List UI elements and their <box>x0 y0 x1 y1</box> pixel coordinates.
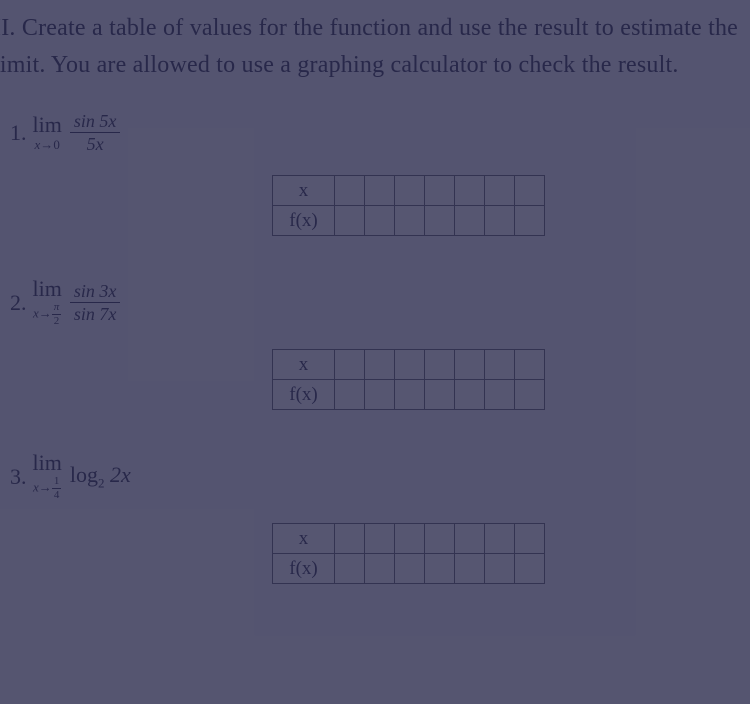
table-cell <box>515 350 545 380</box>
lim-label: lim <box>33 452 62 474</box>
value-table-1: x f(x) <box>272 175 545 236</box>
table-cell <box>395 554 425 584</box>
sfrac-den: 2 <box>54 315 60 327</box>
row-label-fx: f(x) <box>273 380 335 410</box>
table-cell <box>365 554 395 584</box>
lim-var: x→ <box>33 480 52 495</box>
sfrac-den: 4 <box>54 489 60 501</box>
lim-label: lim <box>33 114 62 136</box>
limit-operator: lim x→14 <box>33 452 62 501</box>
table-cell <box>425 176 455 206</box>
table-cell <box>335 206 365 236</box>
table-cell <box>335 350 365 380</box>
row-label-fx: f(x) <box>273 206 335 236</box>
table-row: x <box>273 350 545 380</box>
worksheet-page: II. Create a table of values for the fun… <box>0 0 750 584</box>
table-cell <box>515 176 545 206</box>
table-cell <box>425 524 455 554</box>
problem-2: 2. lim x→π2 sin 3x sin 7x x <box>10 278 750 410</box>
table-cell <box>485 524 515 554</box>
lim-value: 0 <box>53 137 60 152</box>
fraction: sin 3x sin 7x <box>70 282 121 323</box>
log-arg: 2x <box>104 462 130 487</box>
table-cell <box>395 206 425 236</box>
table-cell <box>425 554 455 584</box>
table-cell <box>515 524 545 554</box>
table-cell <box>485 176 515 206</box>
section-instructions: II. Create a table of values for the fun… <box>0 10 750 84</box>
problem-3-expression: 3. lim x→14 log2 2x <box>10 452 750 501</box>
table-row: f(x) <box>273 206 545 236</box>
log-expression: log2 2x <box>70 462 131 491</box>
table-cell <box>335 380 365 410</box>
table-cell <box>485 380 515 410</box>
table-cell <box>455 380 485 410</box>
row-label-x: x <box>273 176 335 206</box>
table-row: x <box>273 176 545 206</box>
fraction-denominator: sin 7x <box>74 303 117 323</box>
table-row: x <box>273 524 545 554</box>
log-text: log <box>70 462 98 487</box>
table-cell <box>365 176 395 206</box>
lim-value-fraction: 14 <box>52 476 62 501</box>
table-cell <box>455 206 485 236</box>
value-table-3-wrap: x f(x) <box>272 523 750 584</box>
lim-label: lim <box>33 278 62 300</box>
problem-1: 1. lim x→0 sin 5x 5x x <box>10 112 750 236</box>
table-cell <box>335 176 365 206</box>
sfrac-num: 1 <box>52 476 62 489</box>
sfrac-num: π <box>52 302 62 315</box>
value-table-3: x f(x) <box>272 523 545 584</box>
table-cell <box>335 554 365 584</box>
table-row: f(x) <box>273 380 545 410</box>
problem-number: 3. <box>10 464 27 490</box>
value-table-2: x f(x) <box>272 349 545 410</box>
row-label-x: x <box>273 350 335 380</box>
table-cell <box>395 176 425 206</box>
fraction: sin 5x 5x <box>70 112 121 153</box>
table-cell <box>365 524 395 554</box>
table-cell <box>395 380 425 410</box>
lim-var: x→ <box>33 306 52 321</box>
table-cell <box>485 350 515 380</box>
fraction-numerator: sin 5x <box>70 112 121 133</box>
table-cell <box>515 380 545 410</box>
lim-approach: x→14 <box>33 476 61 501</box>
table-cell <box>485 554 515 584</box>
table-cell <box>515 554 545 584</box>
table-row: f(x) <box>273 554 545 584</box>
lim-value-fraction: π2 <box>52 302 62 327</box>
table-cell <box>455 350 485 380</box>
limit-operator: lim x→0 <box>33 114 62 151</box>
table-cell <box>455 524 485 554</box>
table-cell <box>425 206 455 236</box>
table-cell <box>365 206 395 236</box>
lim-var: x→ <box>35 137 54 152</box>
table-cell <box>425 380 455 410</box>
table-cell <box>515 206 545 236</box>
table-cell <box>335 524 365 554</box>
fraction-numerator: sin 3x <box>70 282 121 303</box>
problem-3: 3. lim x→14 log2 2x x <box>10 452 750 584</box>
lim-approach: x→0 <box>35 138 60 151</box>
problem-1-expression: 1. lim x→0 sin 5x 5x <box>10 112 750 153</box>
table-cell <box>365 380 395 410</box>
problem-number: 1. <box>10 120 27 146</box>
table-cell <box>395 350 425 380</box>
limit-operator: lim x→π2 <box>33 278 62 327</box>
problem-number: 2. <box>10 290 27 316</box>
problem-2-expression: 2. lim x→π2 sin 3x sin 7x <box>10 278 750 327</box>
table-cell <box>455 176 485 206</box>
value-table-2-wrap: x f(x) <box>272 349 750 410</box>
table-cell <box>365 350 395 380</box>
table-cell <box>485 206 515 236</box>
table-cell <box>425 350 455 380</box>
row-label-fx: f(x) <box>273 554 335 584</box>
value-table-1-wrap: x f(x) <box>272 175 750 236</box>
table-cell <box>455 554 485 584</box>
row-label-x: x <box>273 524 335 554</box>
table-cell <box>395 524 425 554</box>
lim-approach: x→π2 <box>33 302 61 327</box>
fraction-denominator: 5x <box>87 133 104 153</box>
